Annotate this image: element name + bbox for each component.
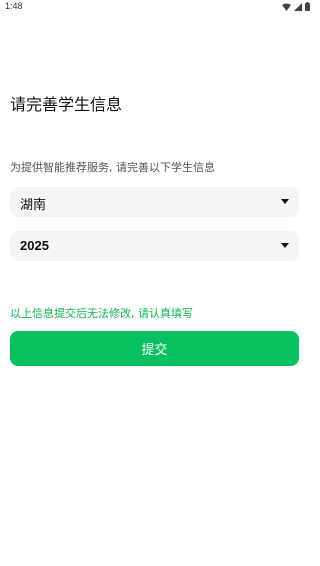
year-select-value: 2025 xyxy=(20,238,49,253)
page-title: 请完善学生信息 xyxy=(10,95,123,114)
status-bar: 1:48 xyxy=(0,0,320,14)
status-icons xyxy=(282,2,310,11)
submit-notice: 以上信息提交后无法修改, 请认真填写 xyxy=(10,307,193,320)
battery-icon xyxy=(305,2,310,11)
caret-down-icon xyxy=(281,243,289,248)
submit-button[interactable]: 提交 xyxy=(10,331,299,366)
status-time: 1:48 xyxy=(5,1,23,11)
province-select-value: 湖南 xyxy=(20,198,47,213)
year-select[interactable]: 2025 xyxy=(10,231,299,261)
province-select[interactable]: 湖南 xyxy=(10,187,299,217)
wifi-icon xyxy=(282,3,291,11)
caret-down-icon xyxy=(281,199,289,204)
page-subtitle: 为提供智能推荐服务, 请完善以下学生信息 xyxy=(10,161,215,174)
signal-icon xyxy=(294,2,302,11)
